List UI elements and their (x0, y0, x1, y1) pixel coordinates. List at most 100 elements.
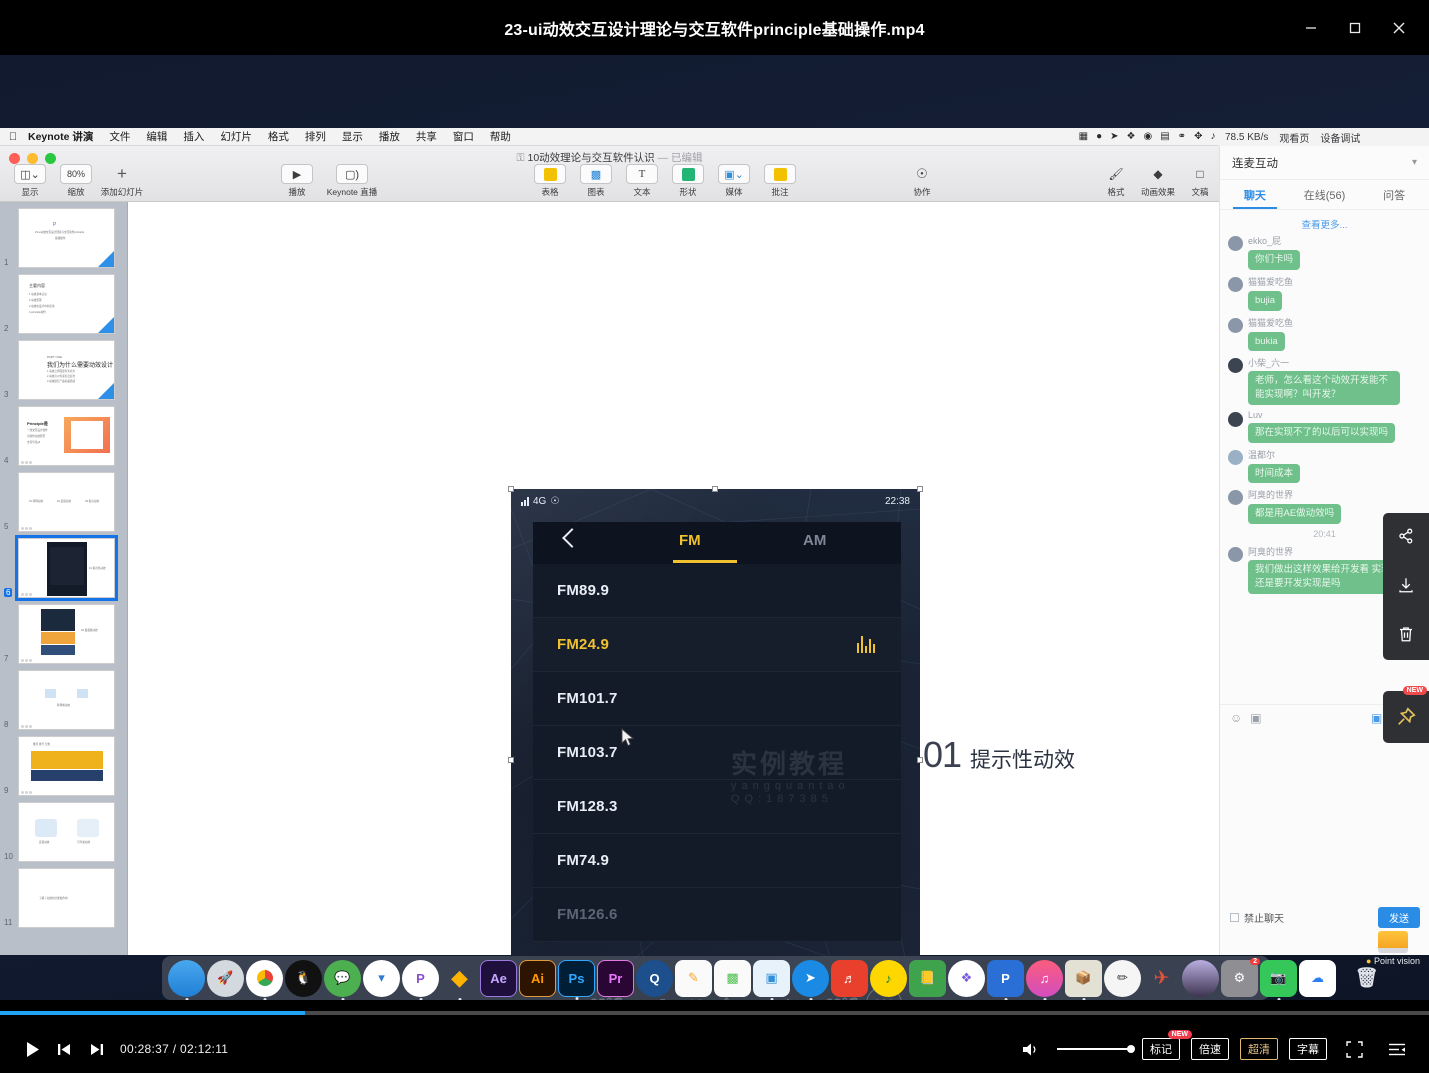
pages-icon[interactable]: ✎ (675, 960, 712, 997)
toolbar-format-button[interactable]: 🖌 格式 (1098, 164, 1134, 198)
emoji-icon[interactable]: ☺ (1230, 711, 1242, 725)
progress-bar[interactable] (0, 1011, 1429, 1015)
toolbar-broadcast-button[interactable]: ▢) Keynote 直播 (321, 164, 383, 198)
toolbar-document-button[interactable]: □ 文稿 (1182, 164, 1218, 198)
netease-music-icon[interactable]: ♬ (831, 960, 868, 997)
station-row-dim[interactable]: FM126.6 (533, 888, 901, 942)
tab-am[interactable]: AM (803, 532, 826, 549)
avatar[interactable] (1228, 490, 1243, 505)
station-row[interactable]: FM128.3 (533, 780, 901, 834)
toolbar-table-button[interactable]: 表格 (528, 164, 572, 198)
tab-chat[interactable]: 聊天 (1220, 180, 1290, 209)
wechat-icon[interactable]: 💬 (324, 960, 361, 997)
slide-canvas[interactable]: 4G ☉ 22:38 FM AM FM89.9 (128, 202, 1219, 955)
toolbar-animate-button[interactable]: ◆ 动画效果 (1136, 164, 1180, 198)
avatar[interactable] (1228, 236, 1243, 251)
slide-thumbnail-10[interactable]: 反馈动效 引导类动效 10 (18, 802, 119, 862)
slide-thumbnail-7[interactable]: 02 加载类动效 7 (18, 604, 119, 664)
menu-item-insert[interactable]: 插入 (175, 129, 212, 144)
toolbar-zoom-button[interactable]: 80% 缩放 (54, 164, 98, 198)
selection-handle-ml[interactable] (508, 757, 514, 763)
minimize-icon[interactable] (1289, 11, 1333, 45)
tab-fm[interactable]: FM (679, 532, 701, 549)
toolbar-text-button[interactable]: T 文本 (620, 164, 664, 198)
sketch-icon[interactable]: ◆ (441, 960, 478, 997)
avatar[interactable] (1228, 450, 1243, 465)
share-icon[interactable] (1397, 527, 1415, 549)
maximize-icon[interactable] (1333, 11, 1377, 45)
live-panel-header[interactable]: 连麦互动 ▾ (1220, 146, 1429, 180)
chrome-icon[interactable] (246, 960, 283, 997)
subtitle-button[interactable]: 字幕 (1289, 1038, 1327, 1060)
toolbar-collaborate-button[interactable]: ☉ 协作 (900, 164, 944, 198)
close-icon[interactable] (1377, 11, 1421, 45)
avatar[interactable] (1228, 547, 1243, 562)
slide-thumbnail-6[interactable]: 01 提示性动效 6 (18, 538, 119, 598)
avatar[interactable] (1228, 358, 1243, 373)
menu-item-edit[interactable]: 编辑 (138, 129, 175, 144)
radio-ui-mockup[interactable]: 4G ☉ 22:38 FM AM FM89.9 (511, 489, 920, 1000)
after-effects-icon[interactable]: Ae (480, 960, 517, 997)
slide-thumbnail-3[interactable]: PART ONE 我们为什么需要动效设计 1 动效让界面更有生命力 2 动效可以… (18, 340, 119, 400)
menu-item-play[interactable]: 播放 (371, 129, 408, 144)
menu-item-help[interactable]: 帮助 (482, 129, 519, 144)
dark-app-icon[interactable] (1182, 960, 1219, 997)
mark-button[interactable]: 标记NEW (1142, 1038, 1180, 1060)
keyboard-icon[interactable]: ▤ (1160, 131, 1169, 142)
station-list[interactable]: FM89.9 FM24.9 FM101.7 FM103.7 FM128.3 FM… (533, 564, 901, 942)
slide-thumbnail-1[interactable]: P 23-ui动效交互设计理论与交互软件principle 基础操作 1 (18, 208, 119, 268)
mute-label[interactable]: 禁止聊天 (1244, 910, 1284, 925)
launchpad-icon[interactable]: 🚀 (207, 960, 244, 997)
toolbar-shape-button[interactable]: 形状 (666, 164, 710, 198)
link-watch-page[interactable]: 观看页 (1279, 130, 1309, 145)
selection-handle-tc[interactable] (712, 486, 718, 492)
quality-button[interactable]: 超清 (1240, 1038, 1278, 1060)
shield-icon[interactable]: ⚭ (1178, 131, 1186, 142)
volume-knob[interactable] (1127, 1045, 1135, 1053)
avatar[interactable] (1228, 412, 1243, 427)
keynote-icon[interactable]: ▣ (753, 960, 790, 997)
station-row[interactable]: FM101.7 (533, 672, 901, 726)
avatar[interactable] (1228, 318, 1243, 333)
toolbar-media-button[interactable]: ▣⌄ 媒体 (712, 164, 756, 198)
battery-icon[interactable]: ● (1096, 131, 1102, 142)
send-button[interactable]: 发送 (1378, 907, 1420, 928)
menu-item-format[interactable]: 格式 (260, 129, 297, 144)
slide-thumbnail-5[interactable]: 01 转场动效 02 反馈动效 03 提示动效 5 (18, 472, 119, 532)
mac-dock[interactable]: 🚀 🐧 💬 ▾ P ◆ Ae Ai Ps Pr Q ✎ ▩ ▣ ➤ ♬ ♪ 📒 … (162, 956, 1270, 1000)
slide-annotation[interactable]: 01 提示性动效 (923, 734, 1075, 776)
floating-toolbar[interactable] (1383, 513, 1429, 660)
slide-thumbnail-4[interactable]: Principle是 一款交互设计软件 可制作动效原型 支持导出gif 4 (18, 406, 119, 466)
slide-thumbnail-8[interactable]: 转场类动效 8 (18, 670, 119, 730)
selection-handle-tl[interactable] (508, 486, 514, 492)
finder-icon[interactable] (168, 960, 205, 997)
pin-button[interactable]: NEW (1383, 691, 1429, 743)
fullscreen-icon[interactable] (1338, 1033, 1370, 1065)
toolbar-play-button[interactable]: ▶ 播放 (275, 164, 319, 198)
menu-item-view[interactable]: 显示 (334, 129, 371, 144)
transmit-icon[interactable]: ✈ (1143, 960, 1180, 997)
qq-icon[interactable]: 🐧 (285, 960, 322, 997)
slide-thumbnail-2[interactable]: 主要内容 1 动效基本认识 2 动效原理 3 动效在设计中的应用 4 princ… (18, 274, 119, 334)
avatar[interactable] (1228, 277, 1243, 292)
notes-icon[interactable]: ✏ (1104, 960, 1141, 997)
toolbar-add-slide-button[interactable]: + 添加幻灯片 (100, 164, 144, 198)
download-icon[interactable] (1397, 576, 1415, 598)
apple-menu-icon[interactable]:  (0, 131, 26, 143)
photoshop-icon[interactable]: Ps (558, 960, 595, 997)
illustrator-icon[interactable]: Ai (519, 960, 556, 997)
menu-item-window[interactable]: 窗口 (445, 129, 482, 144)
principle-icon[interactable]: P (402, 960, 439, 997)
menu-app-name[interactable]: Keynote 讲演 (26, 129, 101, 144)
tab-qa[interactable]: 问答 (1359, 180, 1429, 209)
slide-thumbnail-9[interactable]: 推荐 排行 分类 9 (18, 736, 119, 796)
bluetooth-icon[interactable]: ✥ (1194, 131, 1202, 142)
station-row-active[interactable]: FM24.9 (533, 618, 901, 672)
arrow-app-icon[interactable]: ➤ (792, 960, 829, 997)
toolbar-chart-button[interactable]: ▩ 图表 (574, 164, 618, 198)
gift-red-icon[interactable]: ▣ (1371, 711, 1382, 725)
slide-thumbnail-11[interactable]: 了解了动效的分类和作用 11 (18, 868, 119, 928)
next-button[interactable] (80, 1033, 112, 1065)
eagle-icon[interactable]: ❖ (948, 960, 985, 997)
menu-item-file[interactable]: 文件 (101, 129, 138, 144)
